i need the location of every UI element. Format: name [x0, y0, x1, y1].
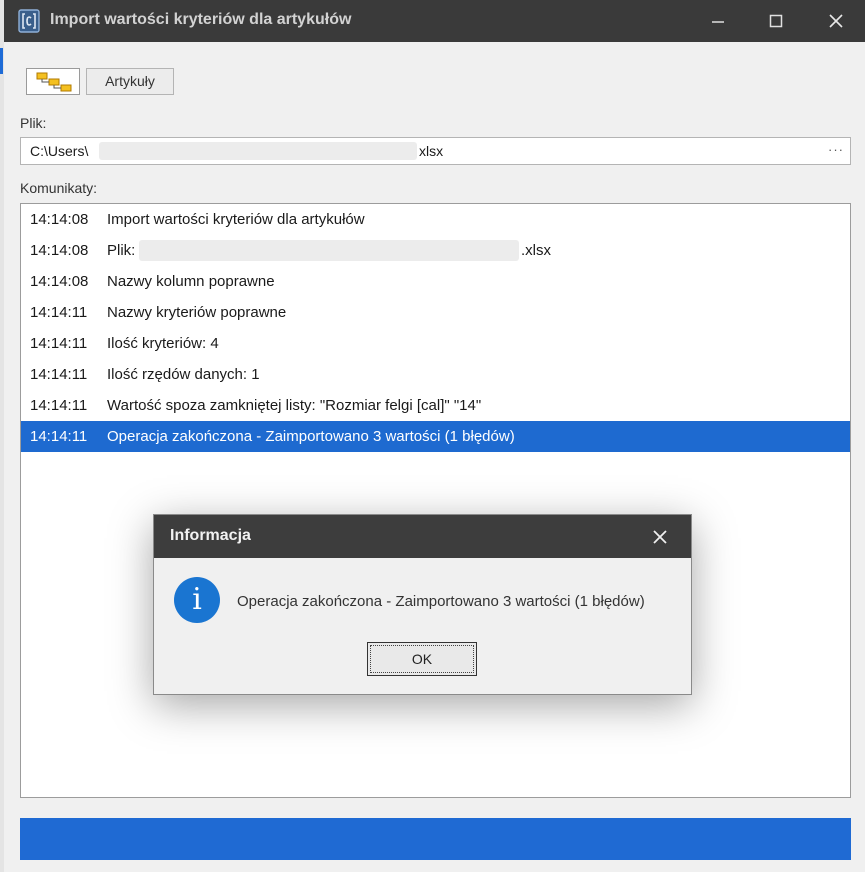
log-row[interactable]: 14:14:08 Import wartości kryteriów dla ar…	[21, 204, 850, 235]
file-path-input[interactable]: C:\Users\ xlsx ···	[20, 137, 851, 165]
log-message: Plik:	[107, 242, 136, 259]
log-message-extension: .xlsx	[521, 242, 551, 259]
window-title: Import wartości kryteriów dla artykułów	[50, 11, 352, 28]
hierarchy-tree-icon	[36, 72, 72, 92]
ok-button[interactable]: OK	[367, 642, 477, 676]
log-time: 14:14:08	[30, 211, 89, 228]
redacted-path	[99, 142, 417, 160]
log-message: Nazwy kolumn poprawne	[107, 273, 275, 290]
minimize-button[interactable]	[689, 0, 747, 42]
log-row[interactable]: 14:14:11 Nazwy kryteriów poprawne	[21, 297, 850, 328]
file-label: Plik:	[20, 115, 47, 131]
log-message: Wartość spoza zamkniętej listy: "Rozmiar…	[107, 397, 482, 414]
dialog-titlebar: Informacja	[154, 515, 691, 558]
progress-bar	[20, 818, 851, 860]
app-icon	[18, 9, 40, 33]
log-time: 14:14:11	[30, 335, 88, 352]
dialog-close-icon[interactable]	[650, 527, 670, 547]
maximize-button[interactable]	[747, 0, 805, 42]
window-titlebar: Import wartości kryteriów dla artykułów	[4, 0, 865, 42]
log-row[interactable]: 14:14:08 Nazwy kolumn poprawne	[21, 266, 850, 297]
left-edge-marker	[0, 48, 3, 74]
log-row-selected[interactable]: 14:14:11 Operacja zakończona - Zaimportow…	[21, 421, 850, 452]
close-button[interactable]	[807, 0, 865, 42]
log-time: 14:14:11	[30, 304, 88, 321]
log-message: Operacja zakończona - Zaimportowano 3 wa…	[107, 428, 515, 445]
log-row[interactable]: 14:14:08 Plik: .xlsx	[21, 235, 850, 266]
close-icon	[829, 14, 843, 28]
file-path-extension: xlsx	[419, 143, 444, 159]
log-time: 14:14:08	[30, 273, 89, 290]
file-path-prefix: C:\Users\	[30, 143, 89, 159]
articles-button[interactable]: Artykuły	[86, 68, 174, 95]
browse-button[interactable]: ···	[828, 142, 844, 157]
dialog-message: Operacja zakończona - Zaimportowano 3 wa…	[237, 593, 645, 610]
log-message: Ilość kryteriów: 4	[107, 335, 219, 352]
log-row[interactable]: 14:14:11 Ilość kryteriów: 4	[21, 328, 850, 359]
info-icon: i	[174, 577, 220, 623]
log-time: 14:14:11	[30, 428, 88, 445]
maximize-icon	[769, 14, 783, 28]
tree-view-button[interactable]	[26, 68, 80, 95]
log-row[interactable]: 14:14:11 Ilość rzędów danych: 1	[21, 359, 850, 390]
log-message: Import wartości kryteriów dla artykułów	[107, 211, 365, 228]
messages-label: Komunikaty:	[20, 180, 98, 196]
log-row[interactable]: 14:14:11 Wartość spoza zamkniętej listy: …	[21, 390, 850, 421]
left-edge-strip	[0, 0, 4, 872]
log-time: 14:14:08	[30, 242, 89, 259]
log-time: 14:14:11	[30, 397, 88, 414]
log-message: Nazwy kryteriów poprawne	[107, 304, 287, 321]
messages-list[interactable]: 14:14:08 Import wartości kryteriów dla ar…	[20, 203, 851, 798]
redacted-path	[139, 240, 519, 261]
ok-button-label: OK	[370, 645, 474, 673]
log-time: 14:14:11	[30, 366, 88, 383]
minimize-icon	[712, 21, 724, 23]
info-dialog: Informacja i Operacja zakończona - Zaimp…	[153, 514, 692, 695]
log-message: Ilość rzędów danych: 1	[107, 366, 260, 383]
dialog-title: Informacja	[170, 527, 251, 544]
